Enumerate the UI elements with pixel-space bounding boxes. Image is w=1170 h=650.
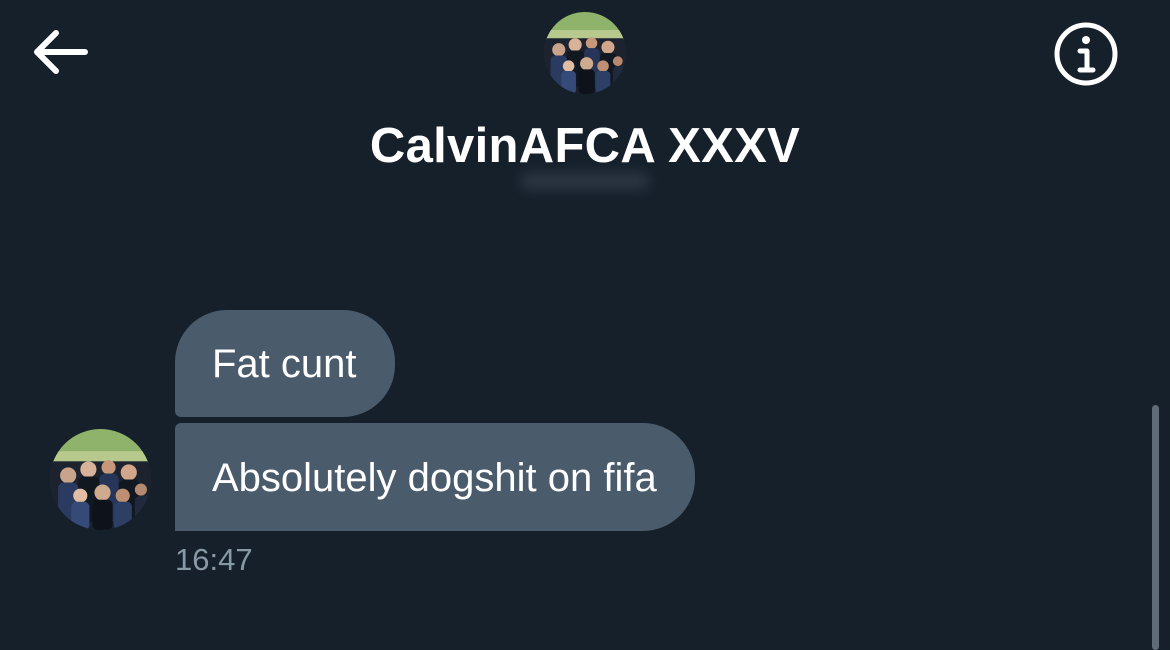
info-circle-icon [1054, 22, 1118, 86]
group-photo-avatar-image [544, 12, 626, 94]
back-button[interactable] [30, 24, 92, 80]
message-text: Absolutely dogshit on fifa [212, 456, 657, 500]
scrollbar[interactable] [1152, 405, 1159, 650]
message-bubble[interactable]: Fat cunt [175, 310, 395, 417]
header-avatar[interactable] [544, 12, 626, 94]
blurred-handle [520, 172, 650, 190]
group-photo-avatar-image [50, 429, 151, 530]
info-button[interactable] [1050, 18, 1122, 90]
message-text: Fat cunt [212, 342, 357, 386]
message-bubble[interactable]: Absolutely dogshit on fifa [175, 423, 695, 531]
message-timestamp: 16:47 [175, 542, 253, 577]
arrow-left-icon [34, 30, 88, 74]
sender-avatar[interactable] [50, 429, 151, 530]
dm-conversation-screen: CalvinAFCA XXXV Fat cunt Absolutely dogs… [0, 0, 1170, 650]
conversation-title[interactable]: CalvinAFCA XXXV [0, 118, 1170, 174]
